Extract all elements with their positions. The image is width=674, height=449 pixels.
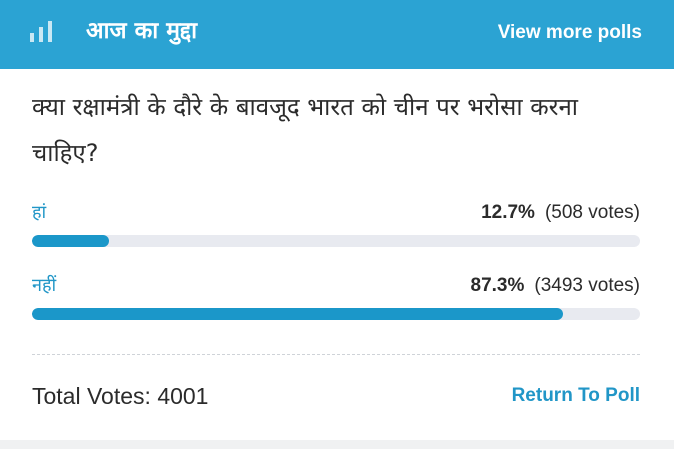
option-label: नहीं [32,275,57,296]
result-bar-fill [32,308,563,320]
view-more-polls-link[interactable]: View more polls [498,20,642,46]
poll-widget-title: आज का मुद्दा [86,18,198,44]
option-percent: 87.3% [470,275,525,296]
option-stats: 12.7% (508 votes) [481,200,640,226]
poll-question: क्या रक्षामंत्री के दौरे के बावजूद भारत … [32,93,578,167]
option-percent: 12.7% [481,202,535,223]
poll-header: आज का मुद्दा View more polls [0,0,674,69]
result-bar-track [32,308,640,320]
footer-divider [32,354,640,355]
result-bar-track [32,235,640,247]
option-votes: (3493 votes) [534,275,640,296]
option-stats: 87.3% (3493 votes) [471,273,641,299]
option-label: हां [32,202,47,223]
bar-chart-icon [30,16,64,42]
result-bar-fill [32,235,110,247]
total-votes: Total Votes: 4001 [32,381,208,411]
return-to-poll-link[interactable]: Return To Poll [512,382,640,410]
option-votes: (508 votes) [544,202,640,223]
total-votes-label: Total Votes: [32,383,151,409]
poll-widget: आज का मुद्दा View more polls क्या रक्षाम… [0,0,674,440]
total-votes-value: 4001 [157,383,209,409]
